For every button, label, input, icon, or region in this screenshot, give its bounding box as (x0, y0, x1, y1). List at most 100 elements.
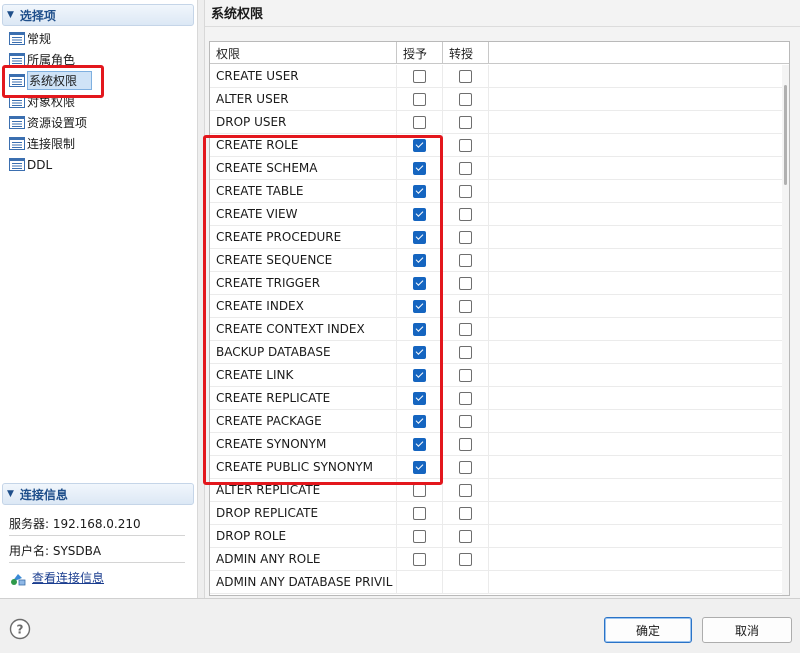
grant-checkbox[interactable] (413, 138, 426, 152)
collapse-triangle-icon[interactable]: ▼ (7, 10, 14, 20)
nav-item[interactable]: 资源设置项 (0, 112, 197, 133)
collapse-triangle-icon[interactable]: ▼ (7, 489, 14, 499)
table-row[interactable]: CREATE SEQUENCE (210, 249, 784, 272)
grant-cell (397, 249, 443, 271)
transfer-checkbox[interactable] (459, 299, 472, 313)
transfer-checkbox[interactable] (459, 92, 472, 106)
table-row[interactable]: CREATE VIEW (210, 203, 784, 226)
nav-item[interactable]: 常规 (0, 28, 197, 49)
table-row[interactable]: CREATE CONTEXT INDEX (210, 318, 784, 341)
table-row[interactable]: ALTER REPLICATE (210, 479, 784, 502)
table-row[interactable]: ADMIN ANY DATABASE PRIVIL (210, 571, 784, 594)
grant-cell (397, 456, 443, 478)
server-info: 服务器: 192.168.0.210 (9, 517, 141, 531)
view-connection-info-label[interactable]: 查看连接信息 (32, 569, 104, 586)
transfer-checkbox[interactable] (459, 460, 472, 474)
nav-item[interactable]: 所属角色 (0, 49, 197, 70)
transfer-checkbox[interactable] (459, 322, 472, 336)
dialog-button-bar: ? 确定 取消 (0, 598, 800, 653)
table-row[interactable]: CREATE TABLE (210, 180, 784, 203)
nav-item[interactable]: 连接限制 (0, 133, 197, 154)
grant-checkbox[interactable] (413, 184, 426, 198)
transfer-checkbox[interactable] (459, 161, 472, 175)
table-row[interactable]: CREATE USER (210, 65, 784, 88)
transfer-checkbox[interactable] (459, 368, 472, 382)
cancel-button[interactable]: 取消 (702, 617, 792, 643)
table-row[interactable]: ALTER USER (210, 88, 784, 111)
transfer-checkbox[interactable] (459, 483, 472, 497)
grant-checkbox[interactable] (413, 460, 426, 474)
help-icon[interactable]: ? (9, 618, 31, 640)
options-section-header[interactable]: ▼ 选择项 (2, 4, 194, 26)
transfer-checkbox[interactable] (459, 552, 472, 566)
transfer-checkbox[interactable] (459, 69, 472, 83)
column-header-privilege[interactable]: 权限 (210, 42, 397, 64)
vertical-scrollbar[interactable] (782, 65, 789, 595)
grant-checkbox[interactable] (413, 414, 426, 428)
transfer-checkbox[interactable] (459, 391, 472, 405)
table-row[interactable]: CREATE TRIGGER (210, 272, 784, 295)
grant-checkbox[interactable] (413, 276, 426, 290)
table-row[interactable]: CREATE PUBLIC SYNONYM (210, 456, 784, 479)
transfer-checkbox[interactable] (459, 230, 472, 244)
transfer-checkbox[interactable] (459, 138, 472, 152)
table-row[interactable]: CREATE PROCEDURE (210, 226, 784, 249)
transfer-cell (443, 180, 489, 202)
nav-item[interactable]: 对象权限 (0, 91, 197, 112)
transfer-checkbox[interactable] (459, 207, 472, 221)
transfer-checkbox[interactable] (459, 414, 472, 428)
column-header-transfer[interactable]: 转授 (443, 42, 489, 64)
transfer-checkbox[interactable] (459, 345, 472, 359)
grant-checkbox[interactable] (413, 230, 426, 244)
table-row[interactable]: CREATE REPLICATE (210, 387, 784, 410)
nav-item-label: 对象权限 (27, 95, 76, 109)
transfer-checkbox[interactable] (459, 253, 472, 267)
nav-item[interactable]: 系统权限 (0, 70, 197, 91)
transfer-checkbox[interactable] (459, 506, 472, 520)
panel-splitter[interactable] (197, 0, 205, 598)
grant-checkbox[interactable] (413, 115, 426, 129)
grant-checkbox[interactable] (413, 322, 426, 336)
nav-item[interactable]: DDL (0, 154, 197, 175)
grant-checkbox[interactable] (413, 299, 426, 313)
grant-checkbox[interactable] (413, 368, 426, 382)
grant-checkbox[interactable] (413, 437, 426, 451)
grant-checkbox[interactable] (413, 69, 426, 83)
grant-checkbox[interactable] (413, 529, 426, 543)
grant-checkbox[interactable] (413, 506, 426, 520)
grant-checkbox[interactable] (413, 253, 426, 267)
table-row[interactable]: DROP USER (210, 111, 784, 134)
ok-button[interactable]: 确定 (604, 617, 692, 643)
grant-checkbox[interactable] (413, 483, 426, 497)
table-row[interactable]: DROP REPLICATE (210, 502, 784, 525)
grant-checkbox[interactable] (413, 207, 426, 221)
table-row[interactable]: CREATE PACKAGE (210, 410, 784, 433)
grant-checkbox[interactable] (413, 161, 426, 175)
transfer-cell (443, 65, 489, 87)
table-row[interactable]: ADMIN ANY ROLE (210, 548, 784, 571)
transfer-checkbox[interactable] (459, 276, 472, 290)
privilege-name: ALTER USER (210, 88, 397, 110)
table-row[interactable]: CREATE SYNONYM (210, 433, 784, 456)
grant-checkbox[interactable] (413, 92, 426, 106)
grant-checkbox[interactable] (413, 391, 426, 405)
list-icon (9, 95, 25, 108)
connection-section-header[interactable]: ▼ 连接信息 (2, 483, 194, 505)
grant-checkbox[interactable] (413, 552, 426, 566)
table-row[interactable]: CREATE LINK (210, 364, 784, 387)
grant-checkbox[interactable] (413, 345, 426, 359)
column-header-grant[interactable]: 授予 (397, 42, 443, 64)
transfer-checkbox[interactable] (459, 437, 472, 451)
table-row[interactable]: CREATE INDEX (210, 295, 784, 318)
privilege-name: CREATE LINK (210, 364, 397, 386)
scrollbar-thumb[interactable] (784, 85, 787, 185)
table-row[interactable]: BACKUP DATABASE (210, 341, 784, 364)
table-row[interactable]: CREATE SCHEMA (210, 157, 784, 180)
transfer-checkbox[interactable] (459, 184, 472, 198)
view-connection-info-link[interactable]: 查看连接信息 (9, 569, 104, 586)
privilege-name: ALTER REPLICATE (210, 479, 397, 501)
table-row[interactable]: DROP ROLE (210, 525, 784, 548)
transfer-checkbox[interactable] (459, 529, 472, 543)
transfer-checkbox[interactable] (459, 115, 472, 129)
table-row[interactable]: CREATE ROLE (210, 134, 784, 157)
